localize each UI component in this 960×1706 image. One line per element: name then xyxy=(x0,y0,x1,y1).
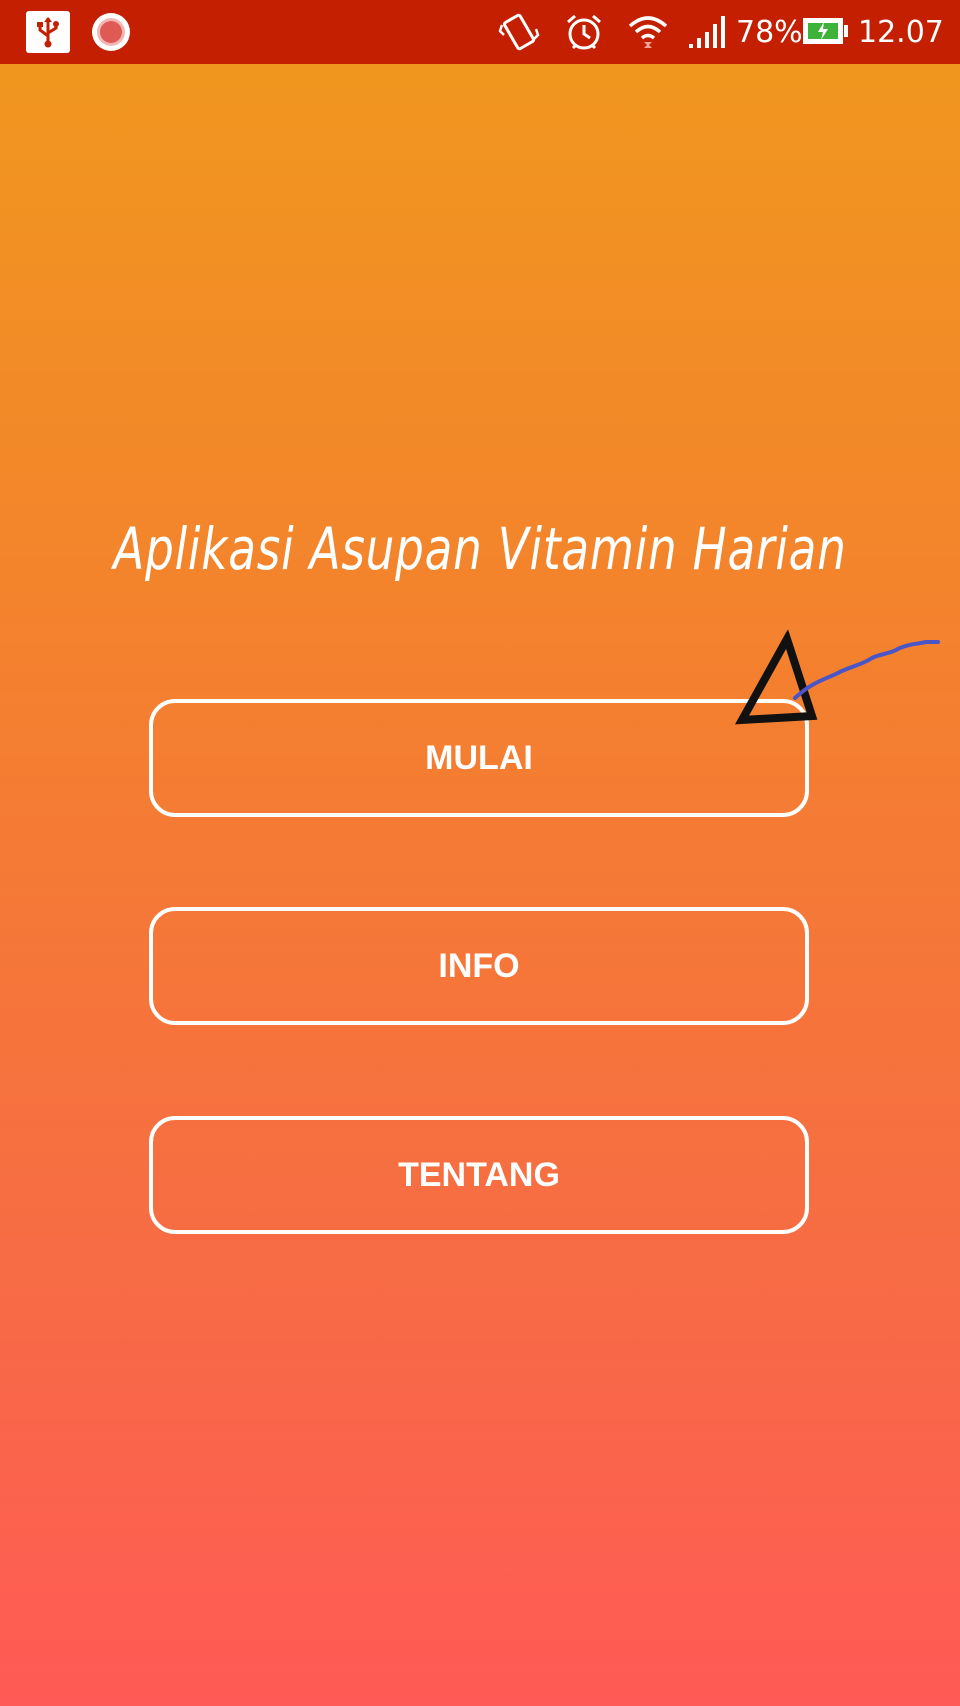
usb-icon xyxy=(26,11,70,53)
battery-percent: 78% xyxy=(736,15,803,50)
battery-charging-icon xyxy=(803,18,843,44)
battery-cap xyxy=(844,25,848,37)
signal-icon xyxy=(686,0,728,64)
wifi-icon xyxy=(626,0,670,64)
tentang-button[interactable]: TENTANG xyxy=(149,1116,809,1234)
info-button[interactable]: INFO xyxy=(149,907,809,1025)
alarm-icon xyxy=(562,0,606,64)
clock: 12.07 xyxy=(858,15,944,50)
screen-record-icon xyxy=(92,13,130,51)
app-title: Aplikasi Asupan Vitamin Harian xyxy=(113,515,847,583)
mulai-button[interactable]: MULAI xyxy=(149,699,809,817)
vibrate-icon xyxy=(496,0,542,64)
status-bar: 78% 12.07 xyxy=(0,0,960,64)
